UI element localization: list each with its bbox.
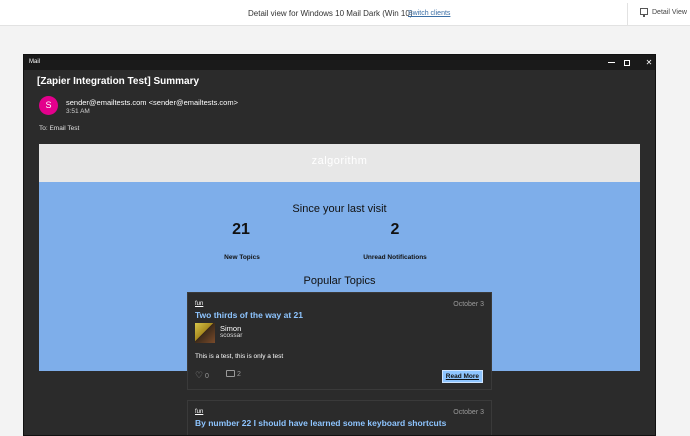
topic-category-link[interactable]: fun bbox=[195, 301, 203, 307]
read-more-button[interactable]: Read More bbox=[441, 370, 483, 383]
avatar: S bbox=[39, 96, 58, 115]
divider bbox=[627, 3, 628, 25]
detail-view-button[interactable]: Detail View bbox=[652, 9, 687, 16]
switch-clients-link[interactable]: Switch clients bbox=[408, 10, 450, 17]
monitor-icon[interactable] bbox=[640, 8, 648, 17]
message-subject: [Zapier Integration Test] Summary bbox=[37, 76, 200, 87]
topic-title-link[interactable]: By number 22 I should have learned some … bbox=[195, 418, 446, 428]
heart-icon: ♡ bbox=[195, 370, 204, 380]
maximize-button[interactable] bbox=[615, 56, 639, 69]
window-titlebar[interactable]: Mail ✕ bbox=[24, 55, 655, 70]
user-handle: scossar bbox=[220, 332, 243, 339]
topic-title-link[interactable]: Two thirds of the way at 21 bbox=[195, 310, 303, 320]
topic-date: October 3 bbox=[453, 409, 484, 416]
unread-notifications-count: 2 bbox=[390, 221, 400, 238]
user-avatar-image bbox=[195, 323, 215, 343]
topic-category-link[interactable]: fun bbox=[195, 409, 203, 415]
new-topics-label: New Topics bbox=[224, 254, 260, 261]
replies-count: 2 bbox=[226, 370, 241, 378]
topic-card: fun October 3 By number 22 I should have… bbox=[187, 400, 492, 435]
page-title: Detail view for Windows 10 Mail Dark (Wi… bbox=[248, 9, 413, 18]
comment-icon bbox=[226, 370, 235, 377]
mail-window: Mail ✕ [Zapier Integration Test] Summary… bbox=[23, 54, 656, 436]
popular-heading: Popular Topics bbox=[303, 275, 376, 287]
recipient-line: To: Email Test bbox=[39, 125, 80, 132]
message-time: 3:51 AM bbox=[66, 108, 90, 115]
close-button[interactable]: ✕ bbox=[637, 56, 655, 69]
sender-address[interactable]: sender@emailtests.com <sender@emailtests… bbox=[66, 98, 238, 107]
email-header: zalgorithm bbox=[39, 144, 640, 182]
unread-notifications-label: Unread Notifications bbox=[363, 254, 427, 261]
replies-value: 2 bbox=[236, 371, 241, 378]
site-logo[interactable]: zalgorithm bbox=[39, 155, 640, 167]
likes-value: 0 bbox=[205, 373, 209, 380]
topic-card: fun October 3 Two thirds of the way at 2… bbox=[187, 292, 492, 390]
since-heading: Since your last visit bbox=[292, 203, 387, 215]
topic-excerpt: This is a test, this is only a test bbox=[195, 353, 284, 360]
new-topics-count: 21 bbox=[232, 221, 250, 238]
likes-count: ♡ 0 bbox=[195, 370, 209, 381]
email-body: zalgorithm Since your last visit 21 2 Ne… bbox=[39, 144, 640, 435]
maximize-icon bbox=[624, 59, 630, 66]
minimize-icon bbox=[607, 62, 615, 64]
topic-date: October 3 bbox=[453, 301, 484, 308]
preview-topbar: Detail view for Windows 10 Mail Dark (Wi… bbox=[0, 0, 690, 26]
app-name: Mail bbox=[29, 59, 41, 65]
